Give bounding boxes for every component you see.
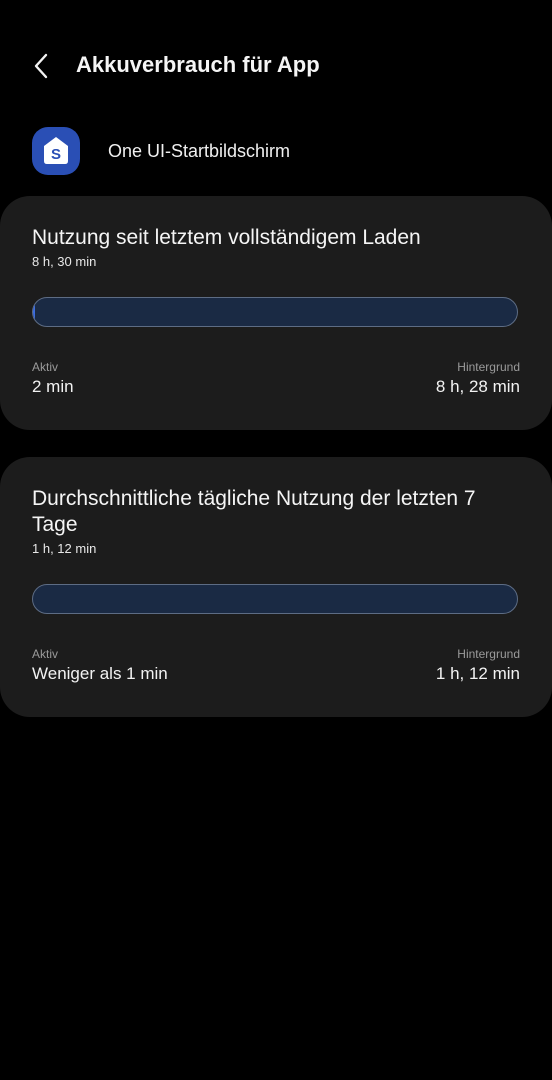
active-value: Weniger als 1 min bbox=[32, 664, 168, 683]
average-daily-usage-card: Durchschnittliche tägliche Nutzung der l… bbox=[0, 457, 552, 717]
usage-bar bbox=[32, 584, 518, 614]
background-label: Hintergrund bbox=[457, 360, 520, 374]
total-usage-time: 8 h, 30 min bbox=[32, 254, 97, 269]
card-title: Durchschnittliche tägliche Nutzung der l… bbox=[32, 487, 476, 536]
background-label: Hintergrund bbox=[457, 647, 520, 661]
usage-bar bbox=[32, 297, 518, 327]
active-label: Aktiv bbox=[32, 647, 59, 661]
app-icon-letter: S bbox=[51, 146, 61, 163]
background-value: 8 h, 28 min bbox=[435, 377, 520, 396]
active-usage-fill bbox=[33, 298, 35, 326]
back-button[interactable] bbox=[22, 46, 62, 86]
chevron-left-icon bbox=[34, 53, 48, 79]
header: Akkuverbrauch für App bbox=[0, 40, 552, 92]
app-name: One UI-Startbildschirm bbox=[108, 141, 291, 161]
active-label: Aktiv bbox=[32, 360, 59, 374]
one-ui-home-icon: S bbox=[32, 127, 80, 175]
total-usage-time: 1 h, 12 min bbox=[32, 541, 97, 556]
card-title: Nutzung seit letztem vollständigem Laden bbox=[32, 226, 421, 249]
background-value: 1 h, 12 min bbox=[435, 664, 520, 683]
page-title: Akkuverbrauch für App bbox=[76, 52, 320, 77]
usage-since-full-charge-card: Nutzung seit letztem vollständigem Laden… bbox=[0, 196, 552, 430]
active-value: 2 min bbox=[32, 377, 74, 396]
app-row: S One UI-Startbildschirm bbox=[0, 126, 552, 180]
